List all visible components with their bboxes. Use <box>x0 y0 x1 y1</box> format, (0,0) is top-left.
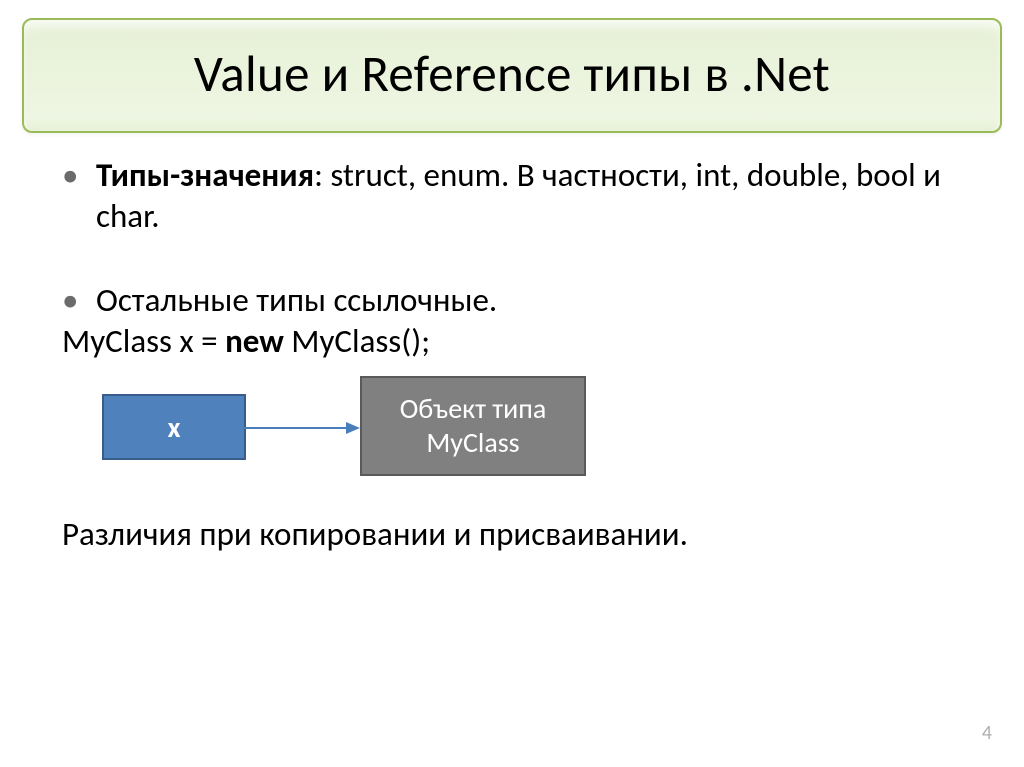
content-area: Типы-значения: struct, enum. В частности… <box>22 155 1002 555</box>
reference-diagram: x Объект типа MyClass <box>102 376 1002 476</box>
bullet-list-2: Остальные типы ссылочные. <box>62 280 1002 321</box>
code-line: MyClass x = new MyClass(); <box>62 321 1002 362</box>
bullet-item-1: Типы-значения: struct, enum. В частности… <box>62 155 1002 238</box>
slide-title: Value и Reference типы в .Net <box>34 42 990 105</box>
bullet1-strong: Типы-значения <box>96 155 314 195</box>
code-new: new <box>225 321 284 361</box>
bullet-item-2: Остальные типы ссылочные. <box>62 280 1002 321</box>
object-line1: Объект типа <box>400 392 547 426</box>
spacer <box>22 238 1002 280</box>
variable-box: x <box>102 394 246 460</box>
object-line2: MyClass <box>426 426 519 460</box>
spacer-2 <box>22 488 1002 514</box>
conclusion: Различия при копировании и присваивании. <box>62 514 1002 555</box>
code-post: MyClass(); <box>284 321 430 361</box>
title-box: Value и Reference типы в .Net <box>22 18 1002 133</box>
arrow-icon <box>242 418 362 438</box>
object-box: Объект типа MyClass <box>360 376 586 476</box>
page-number: 4 <box>982 721 992 745</box>
bullet-list-1: Типы-значения: struct, enum. В частности… <box>62 155 1002 238</box>
code-pre: MyClass x = <box>62 321 225 361</box>
slide: Value и Reference типы в .Net Типы-значе… <box>0 0 1024 767</box>
